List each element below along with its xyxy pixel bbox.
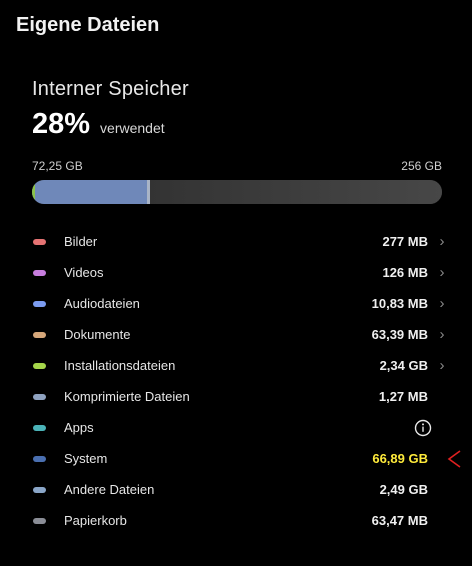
chevron-right-icon[interactable]: › <box>434 295 450 312</box>
category-color-dot <box>33 455 46 462</box>
chevron-right-icon[interactable]: › <box>434 326 450 343</box>
category-list: Bilder 277 MB › Videos 126 MB › Audiodateien 10… <box>32 226 461 536</box>
category-size: 10,83 MB <box>371 296 428 311</box>
category-color-dot <box>33 331 46 338</box>
category-row-papierkorb[interactable]: Papierkorb 63,47 MB <box>32 505 450 536</box>
category-label: Papierkorb <box>64 513 127 528</box>
usage-summary: 28% verwendet <box>32 108 165 141</box>
category-row-apps[interactable]: Apps <box>32 412 450 443</box>
category-row-installationsdateien[interactable]: Installationsdateien 2,34 GB › <box>32 350 450 381</box>
category-row-komprimierte-dateien[interactable]: Komprimierte Dateien 1,27 MB <box>32 381 450 412</box>
page-title: Eigene Dateien <box>16 14 160 36</box>
category-row-videos[interactable]: Videos 126 MB › <box>32 257 450 288</box>
category-label: Dokumente <box>64 327 131 342</box>
category-label: Komprimierte Dateien <box>64 389 190 404</box>
category-label: Audiodateien <box>64 296 140 311</box>
category-color-dot <box>33 393 46 400</box>
category-row-andere-dateien[interactable]: Andere Dateien 2,49 GB <box>32 474 450 505</box>
used-amount: 72,25 GB <box>32 159 83 173</box>
category-size: 1,27 MB <box>378 389 428 404</box>
category-size: 63,39 MB <box>371 327 428 342</box>
usage-percent: 28% <box>32 108 91 140</box>
category-label: Apps <box>64 420 94 435</box>
category-label: Andere Dateien <box>64 482 155 497</box>
storage-bar-fill <box>32 180 150 204</box>
category-label: Videos <box>64 265 104 280</box>
category-color-dot <box>33 424 46 431</box>
category-color-dot <box>33 486 46 493</box>
storage-usage-bar <box>32 180 442 204</box>
category-size: 2,34 GB <box>379 358 428 373</box>
usage-label: verwendet <box>100 120 165 136</box>
chevron-right-icon[interactable]: › <box>434 264 450 281</box>
storage-title: Interner Speicher <box>32 78 189 100</box>
chevron-right-icon[interactable]: › <box>434 233 450 250</box>
category-size: 2,49 GB <box>379 482 428 497</box>
category-size: 277 MB <box>382 234 428 249</box>
category-label: Bilder <box>64 234 98 249</box>
category-row-bilder[interactable]: Bilder 277 MB › <box>32 226 450 257</box>
storage-card[interactable]: Interner Speicher 28% verwendet 72,25 GB… <box>14 66 461 544</box>
storage-bar-segment-installations <box>32 180 35 204</box>
category-color-dot <box>33 300 46 307</box>
info-icon[interactable] <box>414 419 432 437</box>
category-row-audiodateien[interactable]: Audiodateien 10,83 MB › <box>32 288 450 319</box>
category-size: 66,89 GB <box>372 451 428 466</box>
category-color-dot <box>33 517 46 524</box>
category-row-system[interactable]: System 66,89 GB <box>32 443 461 474</box>
category-color-dot <box>33 238 46 245</box>
chevron-right-icon[interactable]: › <box>434 357 450 374</box>
category-color-dot <box>33 362 46 369</box>
category-color-dot <box>33 269 46 276</box>
annotation-arrow-icon <box>447 450 461 468</box>
category-size: 126 MB <box>382 265 428 280</box>
category-size: 63,47 MB <box>371 513 428 528</box>
category-label: System <box>64 451 108 466</box>
category-label: Installationsdateien <box>64 358 176 373</box>
total-amount: 256 GB <box>401 159 442 173</box>
category-row-dokumente[interactable]: Dokumente 63,39 MB › <box>32 319 450 350</box>
